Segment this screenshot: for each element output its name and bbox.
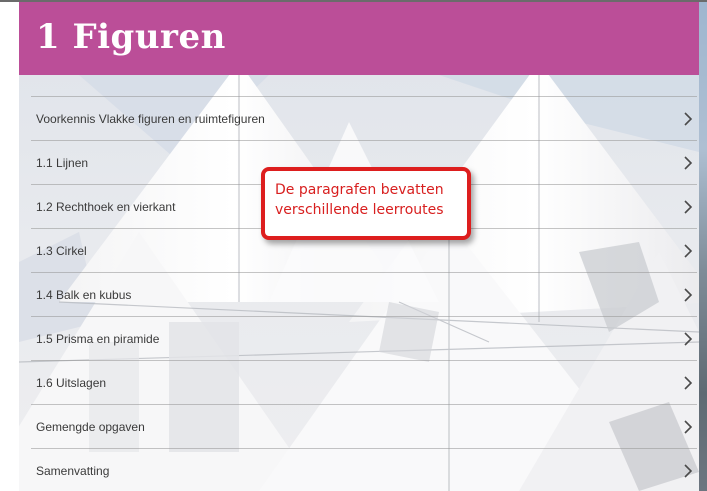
section-menu: Voorkennis Vlakke figuren en ruimtefigur…	[31, 96, 697, 491]
chevron-right-icon	[684, 244, 693, 258]
background-photo-edge	[699, 2, 707, 491]
menu-item-label: 1.2 Rechthoek en vierkant	[36, 200, 176, 214]
chevron-right-icon	[684, 288, 693, 302]
menu-item-gemengde-opgaven[interactable]: Gemengde opgaven	[31, 404, 697, 448]
menu-item-1-6[interactable]: 1.6 Uitslagen	[31, 360, 697, 404]
menu-item-label: 1.6 Uitslagen	[36, 376, 107, 390]
annotation-line-2: verschillende leerroutes	[275, 202, 444, 218]
chapter-header: 1 Figuren	[19, 2, 699, 75]
chevron-right-icon	[684, 376, 693, 390]
chevron-right-icon	[684, 200, 693, 214]
menu-item-voorkennis[interactable]: Voorkennis Vlakke figuren en ruimtefigur…	[31, 96, 697, 140]
menu-item-label: Gemengde opgaven	[36, 420, 145, 434]
menu-item-samenvatting[interactable]: Samenvatting	[31, 448, 697, 491]
menu-item-label: 1.1 Lijnen	[36, 156, 89, 170]
menu-item-1-5[interactable]: 1.5 Prisma en piramide	[31, 316, 697, 360]
menu-item-label: 1.5 Prisma en piramide	[36, 332, 160, 346]
annotation-callout: De paragrafen bevatten verschillende lee…	[261, 167, 471, 240]
menu-item-1-4[interactable]: 1.4 Balk en kubus	[31, 272, 697, 316]
menu-item-label: Samenvatting	[36, 464, 110, 478]
chapter-panel: 1 Figuren Voorkennis Vlakke figuren en r…	[19, 2, 699, 491]
chevron-right-icon	[684, 332, 693, 346]
annotation-line-1: De paragrafen bevatten	[275, 182, 444, 198]
chevron-right-icon	[684, 420, 693, 434]
menu-item-label: Voorkennis Vlakke figuren en ruimtefigur…	[36, 112, 265, 126]
chapter-title: 1 Figuren	[36, 17, 226, 57]
annotation-text: De paragrafen bevatten verschillende lee…	[275, 180, 465, 220]
chevron-right-icon	[684, 156, 693, 170]
chevron-right-icon	[684, 112, 693, 126]
menu-item-label: 1.3 Cirkel	[36, 244, 87, 258]
menu-item-label: 1.4 Balk en kubus	[36, 288, 132, 302]
chevron-right-icon	[684, 464, 693, 478]
